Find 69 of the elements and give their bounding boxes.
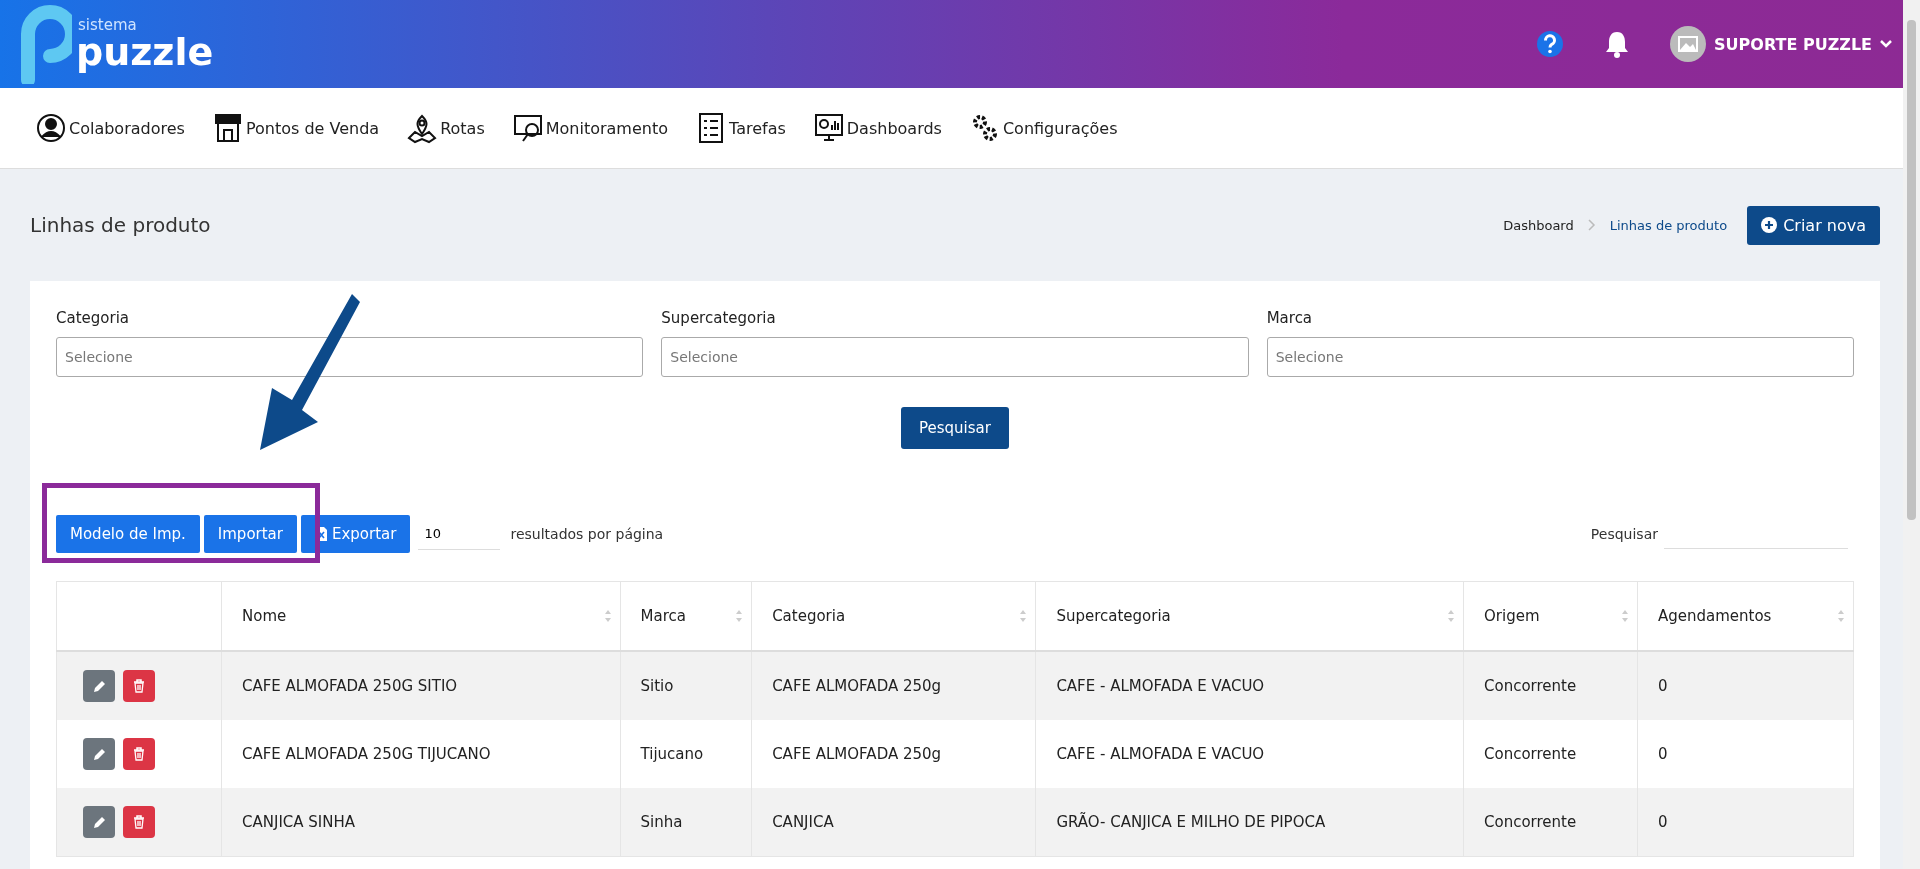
action-button[interactable]: Modelo de Imp. xyxy=(56,515,200,553)
chevron-down-icon xyxy=(1880,40,1892,48)
logo-subtitle: sistema xyxy=(78,17,138,33)
page-title: Linhas de produto xyxy=(30,213,211,237)
select-field[interactable]: Selecione xyxy=(56,337,644,377)
nav-link[interactable]: Rotas xyxy=(407,112,485,144)
pencil-icon xyxy=(92,815,106,829)
search-label: Pesquisar xyxy=(1590,526,1658,542)
select-field[interactable]: Selecione xyxy=(1266,337,1854,377)
create-new-button[interactable]: Criar nova xyxy=(1747,205,1880,245)
map-pin-icon xyxy=(407,112,438,144)
nav-link[interactable]: Colaboradores xyxy=(36,112,185,144)
nav-link[interactable]: Dashboards xyxy=(813,112,942,144)
nav-link[interactable]: Pontos de Venda xyxy=(212,112,380,144)
plus-circle-icon xyxy=(1761,217,1778,233)
trash-icon xyxy=(133,747,145,761)
nav-link[interactable]: Configurações xyxy=(969,112,1118,144)
table-cell: 0 xyxy=(1637,788,1854,857)
table-cell: CAFE - ALMOFADA E VACUO xyxy=(1035,651,1464,720)
field-label: Categoria xyxy=(56,309,130,327)
sort-icon xyxy=(603,609,612,623)
table-cell: GRÃO- CANJICA E MILHO DE PIPOCA xyxy=(1035,788,1464,857)
pencil-icon xyxy=(92,747,106,761)
trash-icon xyxy=(133,815,145,829)
sort-icon xyxy=(1019,609,1028,623)
table-cell: Sitio xyxy=(620,651,752,720)
avatar-icon xyxy=(1670,26,1707,62)
edit-button[interactable] xyxy=(83,670,115,702)
table-cell: CANJICA SINHA xyxy=(221,788,621,857)
table-cell: Concorrente xyxy=(1463,788,1638,857)
nav-link[interactable]: Monitoramento xyxy=(512,112,668,144)
trash-icon xyxy=(133,679,145,693)
table-cell: Concorrente xyxy=(1463,651,1638,720)
table-cell: CAFE ALMOFADA 250G SITIO xyxy=(221,651,621,720)
breadcrumb-link[interactable]: Dashboard xyxy=(1503,217,1574,233)
dashboard-icon xyxy=(813,112,844,144)
select-field[interactable]: Selecione xyxy=(661,337,1249,377)
sort-icon xyxy=(1837,609,1845,623)
table-cell: Sinha xyxy=(620,788,752,857)
pencil-icon xyxy=(92,679,106,693)
export-button[interactable]: Exportar xyxy=(301,515,411,553)
table-cell: CAFE ALMOFADA 250g xyxy=(751,651,1036,720)
delete-button[interactable] xyxy=(123,806,155,838)
person-icon xyxy=(36,112,66,144)
sort-icon xyxy=(1447,609,1455,623)
page-size-label: resultados por página xyxy=(510,526,664,542)
help-icon[interactable] xyxy=(1536,30,1565,58)
table-cell: CANJICA xyxy=(751,788,1036,857)
breadcrumb-link[interactable]: Linhas de produto xyxy=(1609,217,1728,233)
action-button[interactable]: Importar xyxy=(203,515,297,553)
chevron-right-icon xyxy=(1587,219,1596,231)
sort-icon xyxy=(735,609,744,623)
monitor-icon xyxy=(512,112,543,144)
field-label: Supercategoria xyxy=(661,309,777,327)
logo-wordmark: puzzle xyxy=(76,32,214,71)
edit-button[interactable] xyxy=(83,738,115,770)
notification-bell-icon[interactable] xyxy=(1604,30,1631,58)
field-label: Marca xyxy=(1266,309,1314,327)
user-menu[interactable]: SUPORTE PUZZLE xyxy=(1670,26,1892,62)
delete-button[interactable] xyxy=(123,670,155,702)
scrollbar[interactable] xyxy=(1903,0,1920,869)
search-button[interactable]: Pesquisar xyxy=(901,407,1009,449)
checklist-icon xyxy=(696,112,726,144)
delete-button[interactable] xyxy=(123,738,155,770)
store-icon xyxy=(212,112,243,144)
table-cell: 0 xyxy=(1637,651,1854,720)
nav-link[interactable]: Tarefas xyxy=(696,112,786,144)
edit-button[interactable] xyxy=(83,806,115,838)
sort-icon xyxy=(1620,609,1629,623)
